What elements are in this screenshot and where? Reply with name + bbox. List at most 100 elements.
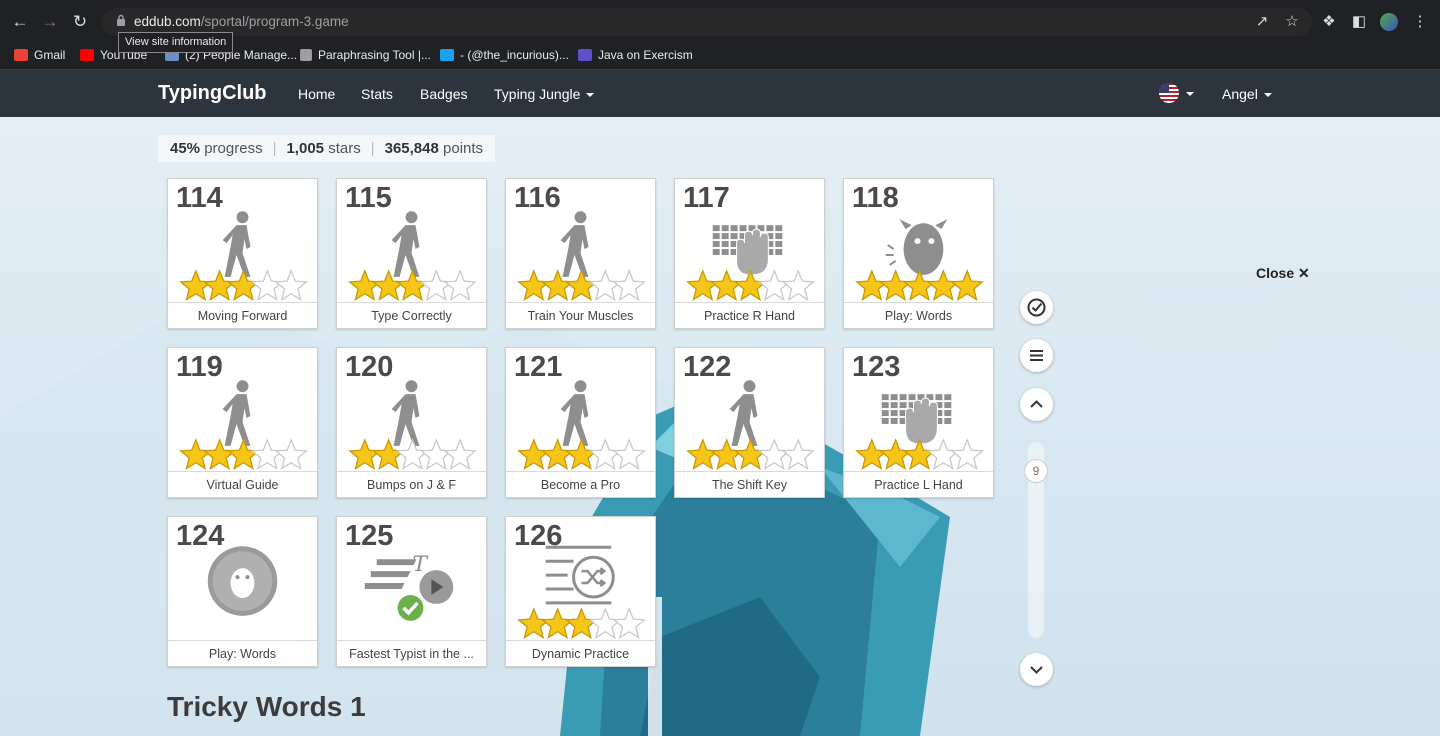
exercism-icon (578, 49, 592, 61)
star-icon (395, 438, 430, 470)
star-icon (855, 269, 889, 301)
star-icon (709, 269, 744, 301)
star-icon (443, 438, 477, 470)
lesson-label: Play: Words (168, 640, 317, 666)
url-text[interactable]: eddub.com/sportal/program-3.game (134, 14, 349, 29)
menu-button[interactable] (1020, 339, 1053, 372)
bookmark-exercism[interactable]: Java on Exercism (578, 48, 693, 62)
star-icon (564, 607, 599, 639)
lesson-label: Practice R Hand (675, 302, 824, 328)
lesson-card-121[interactable]: 121 Become a Pro (505, 347, 656, 498)
chevron-down-icon (1263, 93, 1272, 98)
lock-icon[interactable] (116, 14, 126, 26)
gmail-icon (14, 49, 28, 61)
nav-badges[interactable]: Badges (420, 86, 467, 102)
star-icon (612, 269, 646, 301)
star-icon (757, 269, 792, 301)
user-menu[interactable]: Angel (1222, 86, 1272, 102)
star-icon (878, 269, 913, 301)
level-indicator[interactable]: 9 (1024, 459, 1048, 483)
lesson-label: Dynamic Practice (506, 640, 655, 666)
star-icon (226, 269, 261, 301)
star-icon (250, 269, 285, 301)
site-info-tooltip: View site information (118, 32, 234, 53)
star-icon (419, 438, 454, 470)
bookmark-paraphrasing[interactable]: Paraphrasing Tool |... (300, 48, 431, 62)
star-icon (348, 269, 382, 301)
lesson-card-116[interactable]: 116 Train Your Muscles (505, 178, 656, 329)
star-icon (179, 438, 213, 470)
bookmark-star-icon[interactable]: ☆ (1282, 12, 1302, 32)
check-button[interactable] (1020, 291, 1053, 324)
star-icon (686, 438, 720, 470)
lesson-card-123[interactable]: 123 Practice L Hand (843, 347, 994, 498)
brand-logo[interactable]: TypingClub (158, 82, 267, 105)
lesson-card-114[interactable]: 114 Moving Forward (167, 178, 318, 329)
star-icon (226, 438, 261, 470)
reload-icon[interactable]: ↻ (70, 12, 90, 32)
lesson-label: Fastest Typist in the ... (337, 640, 486, 666)
svg-text:T: T (412, 552, 428, 577)
nav-stats[interactable]: Stats (361, 86, 393, 102)
lesson-label: Virtual Guide (168, 471, 317, 497)
lesson-card-122[interactable]: 122 The Shift Key (674, 347, 825, 498)
close-icon: ✕ (1298, 265, 1310, 281)
bookmark-twitter[interactable]: - (@the_incurious)... (440, 48, 569, 62)
star-icon (757, 438, 792, 470)
star-icon (950, 269, 984, 301)
lesson-label: Moving Forward (168, 302, 317, 328)
menu-kebab-icon[interactable]: ⋮ (1410, 12, 1430, 32)
lesson-card-124[interactable]: 124 Play: Words (167, 516, 318, 667)
star-icon (274, 438, 308, 470)
shuffle-text-icon (517, 545, 646, 639)
share-icon[interactable]: ↗ (1252, 12, 1272, 32)
lesson-card-126[interactable]: 126 Dynamic Practice (505, 516, 656, 667)
star-icon (855, 438, 889, 470)
scroll-up-button[interactable] (1020, 388, 1053, 421)
keyboard-hand-icon (855, 394, 984, 470)
us-flag-icon[interactable] (1159, 83, 1179, 103)
lesson-card-118[interactable]: 118 Play: Words (843, 178, 994, 329)
star-icon (517, 607, 551, 639)
walking-person-icon (348, 211, 477, 301)
star-icon (902, 269, 937, 301)
star-icon (878, 438, 913, 470)
lesson-card-120[interactable]: 120 Bumps on J & F (336, 347, 487, 498)
close-button[interactable]: Close ✕ (1256, 265, 1310, 282)
star-icon (517, 438, 551, 470)
side-panel-icon[interactable]: ◧ (1349, 12, 1369, 32)
chevron-down-icon (586, 93, 595, 98)
star-icon (419, 269, 454, 301)
scroll-down-button[interactable] (1020, 653, 1053, 686)
star-icon (517, 269, 551, 301)
star-icon (781, 438, 815, 470)
walking-person-icon (179, 380, 308, 470)
walking-person-icon (517, 211, 646, 301)
nav-typing-jungle[interactable]: Typing Jungle (494, 86, 595, 102)
youtube-icon (80, 49, 94, 61)
lesson-card-125[interactable]: 125 T Fastest Typist in the ... (336, 516, 487, 667)
main-content: 45% progress | 1,005 stars | 365,848 points … (0, 117, 1440, 736)
chevron-down-icon[interactable] (1186, 92, 1194, 96)
star-icon (781, 269, 815, 301)
lesson-label: Type Correctly (337, 302, 486, 328)
star-icon (443, 269, 477, 301)
star-icon (902, 438, 937, 470)
lesson-label: Bumps on J & F (337, 471, 486, 497)
star-icon (395, 269, 430, 301)
forward-arrow-icon[interactable]: → (40, 12, 60, 32)
bookmark-gmail[interactable]: Gmail (14, 48, 65, 62)
nav-home[interactable]: Home (298, 86, 335, 102)
lesson-card-119[interactable]: 119 Virtual Guide (167, 347, 318, 498)
lesson-label: Play: Words (844, 302, 993, 328)
star-icon (564, 269, 599, 301)
lesson-card-117[interactable]: 117 Practice R Hand (674, 178, 825, 329)
walking-person-icon (517, 380, 646, 470)
star-icon (733, 269, 768, 301)
back-arrow-icon[interactable]: ← (10, 12, 30, 32)
chevron-up-icon (1030, 400, 1043, 408)
lesson-card-115[interactable]: 115 Type Correctly (336, 178, 487, 329)
profile-avatar-icon[interactable] (1380, 13, 1398, 31)
extensions-icon[interactable]: ❖ (1319, 12, 1339, 32)
star-icon (612, 607, 646, 639)
